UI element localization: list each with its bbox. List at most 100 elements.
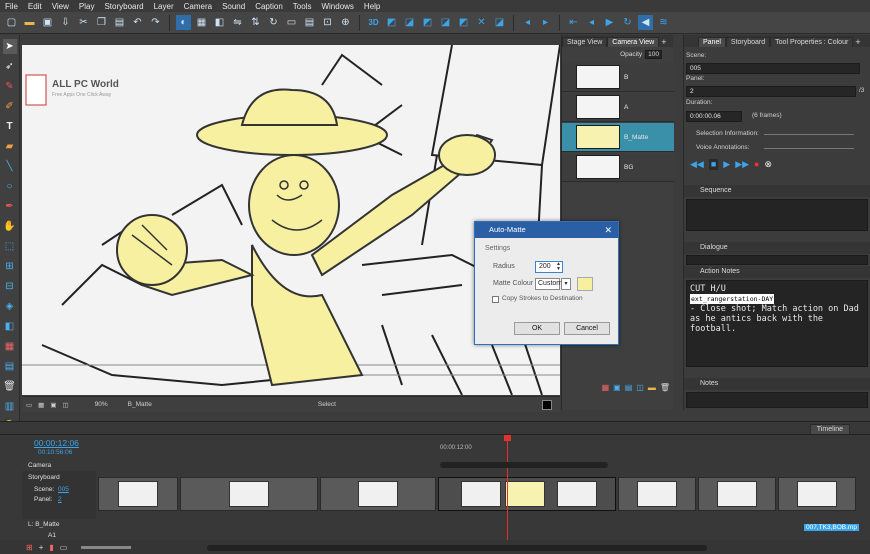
delete-icon[interactable]: 🗑 (3, 379, 17, 394)
grid-icon[interactable]: ▦ (194, 15, 209, 30)
radius-spinner-icon[interactable]: ▲ ▼ (556, 262, 561, 272)
layer-name[interactable]: BG (624, 164, 658, 171)
undo-icon[interactable]: ↶ (130, 15, 145, 30)
playhead[interactable] (507, 435, 508, 550)
caption-icon[interactable]: ▤ (302, 15, 317, 30)
save-icon[interactable]: ▣ (40, 15, 55, 30)
zoom-slider[interactable] (81, 546, 132, 549)
import-icon[interactable]: ⇩ (58, 15, 73, 30)
action-notes-header[interactable]: Action Notes (684, 266, 870, 278)
layer-row-selected[interactable]: B_Matte (562, 123, 674, 152)
colour-swatch[interactable] (542, 399, 552, 410)
text-tool-icon[interactable]: T (3, 119, 17, 134)
mask-icon[interactable]: ◫ (62, 401, 68, 409)
timeline-panel-thumb[interactable] (698, 477, 776, 511)
contour-select-icon[interactable]: ➶ (3, 59, 17, 74)
camera-tool-icon[interactable]: ⊞ (3, 259, 17, 274)
sound-icon[interactable]: ◀ (638, 15, 653, 30)
open-folder-icon[interactable]: ▬ (22, 15, 37, 30)
menu-file[interactable]: File (0, 2, 23, 11)
copy-strokes-checkbox[interactable] (492, 296, 499, 303)
voice-annotations-label[interactable]: Voice Annotations: (696, 144, 750, 151)
chevron-down-icon[interactable]: ▾ (561, 278, 571, 290)
transform-tool-icon[interactable]: ⬚ (3, 239, 17, 254)
tab-camera-view[interactable]: Camera View (607, 37, 660, 47)
menu-windows[interactable]: Windows (316, 2, 358, 11)
menu-play[interactable]: Play (74, 2, 100, 11)
layer-transform-icon[interactable]: ⊟ (3, 279, 17, 294)
timeline-scene-value[interactable]: 005 (58, 486, 69, 493)
play-icon[interactable]: ▶ (602, 15, 617, 30)
line-tool-icon[interactable]: ╲ (3, 159, 17, 174)
split-icon[interactable]: ▭ (60, 543, 68, 552)
menu-edit[interactable]: Edit (23, 2, 47, 11)
layer-manager-icon[interactable]: ▤ (3, 359, 17, 374)
menu-sound[interactable]: Sound (217, 2, 250, 11)
panel-icon[interactable]: ▭ (284, 15, 299, 30)
duration-field[interactable]: 0:00:00.06 (686, 111, 742, 122)
paste-icon[interactable]: ▤ (112, 15, 127, 30)
new-file-icon[interactable]: ▢ (4, 15, 19, 30)
layer-name[interactable]: B_Matte (624, 134, 658, 141)
cancel-button[interactable]: Cancel (564, 322, 610, 335)
timeline-scene-group[interactable] (438, 477, 616, 511)
menu-storyboard[interactable]: Storyboard (99, 2, 148, 11)
selection-info-label[interactable]: Selection Information: (696, 130, 759, 137)
panel-field[interactable]: 2 (686, 86, 856, 97)
zoom-level[interactable]: 90% (95, 401, 108, 408)
library-icon[interactable]: ▥ (3, 399, 17, 414)
tab-storyboard[interactable]: Storyboard (725, 37, 771, 47)
timeline-panel-thumb[interactable] (180, 477, 318, 511)
select-tool-icon[interactable]: ➤ (2, 39, 17, 54)
add-folder-icon[interactable]: ▬ (648, 383, 656, 392)
camera-keyframe-icon[interactable]: ◩ (384, 15, 399, 30)
delete-recording-icon[interactable]: ⊗ (764, 159, 772, 170)
matte-colour-select[interactable]: Custom (535, 278, 562, 290)
menu-layer[interactable]: Layer (149, 2, 179, 11)
add-view-icon[interactable]: + (661, 37, 666, 47)
add-vector-layer-icon[interactable]: ▣ (613, 383, 621, 392)
copy-icon[interactable]: ❐ (94, 15, 109, 30)
dialogue-header[interactable]: Dialogue (684, 242, 870, 254)
loop-icon[interactable]: ↻ (620, 15, 635, 30)
camera-copy-icon[interactable]: ◪ (492, 15, 507, 30)
safe-area-icon[interactable]: ▣ (50, 401, 56, 409)
add-group-icon[interactable]: ◫ (636, 383, 644, 392)
scene-field[interactable]: 005 (686, 63, 860, 74)
add-layer-icon[interactable]: ▦ (3, 339, 17, 354)
playhead-handle[interactable] (504, 435, 511, 441)
cut-icon[interactable]: ✂ (76, 15, 91, 30)
add-layer-icon[interactable]: ▦ (602, 383, 610, 392)
reset-view-icon[interactable]: ⊡ (320, 15, 335, 30)
perspective-tool-icon[interactable]: ◈ (3, 299, 17, 314)
layer-row[interactable]: A (562, 93, 674, 122)
sequence-header[interactable]: Sequence (684, 185, 870, 197)
record-icon[interactable]: ● (754, 159, 759, 170)
matte-colour-swatch[interactable] (577, 277, 593, 291)
add-audio-icon[interactable]: + (39, 543, 44, 552)
previous-panel-icon[interactable]: ◂ (520, 15, 535, 30)
dialogue-text-box[interactable] (686, 255, 868, 265)
menu-help[interactable]: Help (359, 2, 385, 11)
ellipse-tool-icon[interactable]: ○ (3, 179, 17, 194)
zoom-icon[interactable]: ⊕ (338, 15, 353, 30)
sequence-text-box[interactable] (686, 199, 868, 231)
light-table-icon[interactable]: ◧ (212, 15, 227, 30)
layer-name[interactable]: B (624, 74, 658, 81)
sound-scrub-icon[interactable]: ≋ (656, 15, 671, 30)
cutter-tool-icon[interactable]: ◧ (3, 319, 17, 334)
add-panel-icon[interactable]: ⊞ (26, 543, 33, 552)
timeline-panel-thumb[interactable] (320, 477, 436, 511)
stop-icon[interactable]: ■ (708, 159, 719, 170)
camera-move-icon[interactable]: ◪ (402, 15, 417, 30)
layer-row[interactable]: BG (562, 153, 674, 182)
next-panel-icon[interactable]: ▸ (538, 15, 553, 30)
play-icon[interactable]: ▶ (723, 159, 730, 170)
camera-rotate-icon[interactable]: ◩ (420, 15, 435, 30)
brush-tool-icon[interactable]: ✎ (3, 79, 17, 94)
notes-text-box[interactable] (686, 392, 868, 408)
add-bitmap-layer-icon[interactable]: ▤ (625, 383, 633, 392)
hand-tool-icon[interactable]: ✋ (3, 219, 17, 234)
delete-layer-icon[interactable]: 🗑 (660, 383, 670, 392)
timeline-panel-thumb[interactable] (98, 477, 178, 511)
